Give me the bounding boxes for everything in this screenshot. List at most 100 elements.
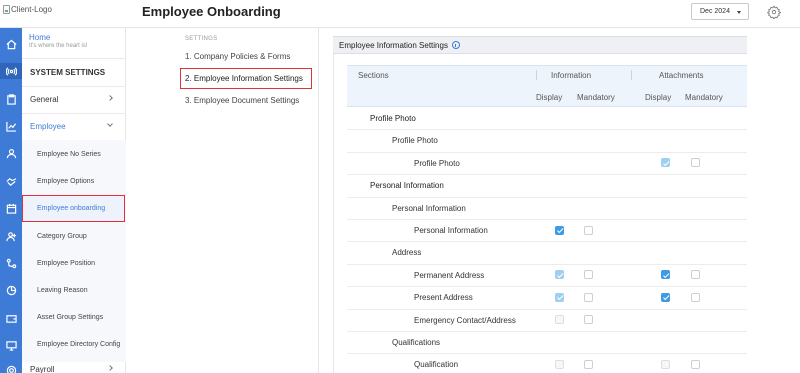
home-icon[interactable] bbox=[3, 36, 19, 52]
attachment-display-checkbox[interactable] bbox=[661, 359, 670, 369]
flow-icon[interactable] bbox=[3, 255, 19, 271]
divider bbox=[22, 113, 126, 114]
column-header-mandatory: Mandatory bbox=[577, 93, 615, 102]
attachment-mandatory-checkbox[interactable] bbox=[691, 158, 700, 168]
settings-sidebar: Home It's where the heart is! SYSTEM SET… bbox=[22, 28, 126, 373]
info-mandatory-checkbox[interactable] bbox=[584, 292, 593, 302]
row-divider bbox=[347, 308, 747, 310]
top-bar: Client-Logo Employee Onboarding Dec 2024 bbox=[0, 0, 800, 28]
settings-nav-item[interactable]: 1. Company Policies & Forms bbox=[185, 52, 290, 61]
row-divider bbox=[347, 331, 747, 332]
month-select[interactable]: Dec 2024 bbox=[691, 3, 749, 20]
sidebar-item-employee[interactable]: Employee bbox=[30, 121, 122, 131]
settings-rail-icon[interactable] bbox=[3, 362, 19, 373]
divider bbox=[631, 70, 632, 80]
add-user-icon[interactable] bbox=[3, 228, 19, 244]
month-value: Dec 2024 bbox=[700, 8, 730, 15]
row-divider bbox=[347, 151, 747, 153]
sidebar-item-label: Employee bbox=[30, 122, 66, 131]
gear-icon[interactable] bbox=[767, 5, 781, 19]
info-mandatory-checkbox[interactable] bbox=[584, 315, 593, 325]
info-display-checkbox[interactable] bbox=[555, 270, 564, 280]
wallet-icon[interactable] bbox=[3, 310, 19, 326]
section-label: Profile Photo bbox=[392, 136, 438, 146]
field-label: Personal Information bbox=[414, 226, 488, 235]
row-divider bbox=[347, 196, 747, 198]
chart-icon[interactable] bbox=[3, 118, 19, 134]
client-logo[interactable]: Client-Logo bbox=[3, 5, 52, 14]
attachment-display-checkbox[interactable] bbox=[661, 270, 670, 280]
icon-rail bbox=[0, 28, 22, 373]
attachment-display-checkbox[interactable] bbox=[661, 292, 670, 302]
row-divider bbox=[347, 241, 747, 243]
row-divider bbox=[347, 129, 747, 131]
column-header-display: Display bbox=[536, 93, 563, 102]
sidebar-subitem[interactable]: Category Group bbox=[37, 233, 87, 240]
section-label: Profile Photo bbox=[370, 114, 416, 123]
column-header-sections: Sections bbox=[358, 71, 389, 80]
clipboard-icon[interactable] bbox=[3, 91, 19, 107]
column-header-mandatory: Mandatory bbox=[685, 93, 723, 102]
sidebar-subitem[interactable]: Leaving Reason bbox=[37, 287, 88, 294]
settings-nav-item-label: 2. Employee Information Settings bbox=[185, 74, 303, 83]
section-title: SYSTEM SETTINGS bbox=[30, 68, 106, 77]
info-display-checkbox[interactable] bbox=[555, 225, 564, 235]
pie-icon[interactable] bbox=[3, 282, 19, 298]
sidebar-subitem[interactable]: Employee Options bbox=[37, 178, 94, 185]
column-header-information: Information bbox=[551, 71, 592, 80]
field-label: Qualification bbox=[414, 360, 459, 370]
sidebar-subitem[interactable]: Employee Directory Config bbox=[37, 341, 120, 348]
sidebar-subitem[interactable]: Employee No Series bbox=[37, 151, 101, 158]
row-divider bbox=[347, 263, 747, 265]
calendar-icon[interactable] bbox=[3, 200, 19, 216]
row-divider bbox=[347, 353, 747, 355]
settings-nav-item-selected[interactable]: 2. Employee Information Settings bbox=[180, 68, 312, 89]
info-display-checkbox[interactable] bbox=[555, 292, 564, 302]
info-mandatory-checkbox[interactable] bbox=[584, 359, 593, 369]
home-title: Home bbox=[29, 33, 51, 42]
row-divider bbox=[347, 219, 747, 220]
sidebar-item-label: Payroll bbox=[30, 365, 55, 373]
handshake-icon[interactable] bbox=[3, 173, 19, 189]
section-label: Personal Information bbox=[370, 181, 444, 191]
field-label: Present Address bbox=[414, 293, 473, 303]
info-display-checkbox[interactable] bbox=[555, 359, 564, 369]
info-display-checkbox[interactable] bbox=[555, 315, 564, 325]
attachment-mandatory-checkbox[interactable] bbox=[691, 292, 700, 302]
chevron-right-icon bbox=[107, 365, 113, 371]
home-subtitle: It's where the heart is! bbox=[29, 43, 88, 49]
sidebar-subitem-selected[interactable]: Employee onboarding bbox=[22, 195, 125, 222]
attachment-mandatory-checkbox[interactable] bbox=[691, 270, 700, 280]
attachment-display-checkbox[interactable] bbox=[661, 158, 670, 168]
chevron-right-icon bbox=[107, 95, 113, 101]
logo-alt-text: Client-Logo bbox=[11, 5, 52, 14]
broken-image-icon bbox=[3, 5, 10, 14]
section-label: Qualifications bbox=[392, 338, 441, 347]
column-header-display: Display bbox=[645, 93, 672, 102]
sidebar-item-payroll[interactable]: Payroll bbox=[30, 365, 122, 373]
row-divider bbox=[347, 174, 747, 176]
broadcast-icon[interactable] bbox=[0, 63, 22, 79]
panel-header: Employee Information Settings bbox=[333, 36, 747, 54]
panel-title: Employee Information Settings bbox=[339, 40, 448, 50]
field-label: Permanent Address bbox=[414, 270, 485, 280]
users-icon[interactable] bbox=[3, 145, 19, 161]
info-icon[interactable] bbox=[451, 41, 460, 49]
sidebar-subitem[interactable]: Asset Group Settings bbox=[37, 314, 103, 321]
sidebar-subitem[interactable]: Employee Position bbox=[37, 260, 95, 267]
settings-nav-label: SETTINGS bbox=[185, 36, 218, 42]
caret-down-icon bbox=[737, 11, 741, 14]
divider bbox=[536, 70, 537, 80]
info-mandatory-checkbox[interactable] bbox=[584, 225, 593, 235]
attachment-mandatory-checkbox[interactable] bbox=[691, 359, 700, 369]
info-mandatory-checkbox[interactable] bbox=[584, 270, 593, 280]
home-link[interactable]: Home It's where the heart is! bbox=[29, 33, 88, 49]
monitor-icon[interactable] bbox=[3, 337, 19, 353]
section-label: Address bbox=[392, 248, 422, 258]
settings-nav-item[interactable]: 3. Employee Document Settings bbox=[185, 96, 299, 105]
field-label: Profile Photo bbox=[414, 158, 460, 168]
divider bbox=[22, 86, 126, 87]
field-label: Emergency Contact/Address bbox=[414, 315, 516, 325]
sidebar-item-general[interactable]: General bbox=[30, 95, 122, 104]
chevron-down-icon bbox=[107, 121, 113, 127]
